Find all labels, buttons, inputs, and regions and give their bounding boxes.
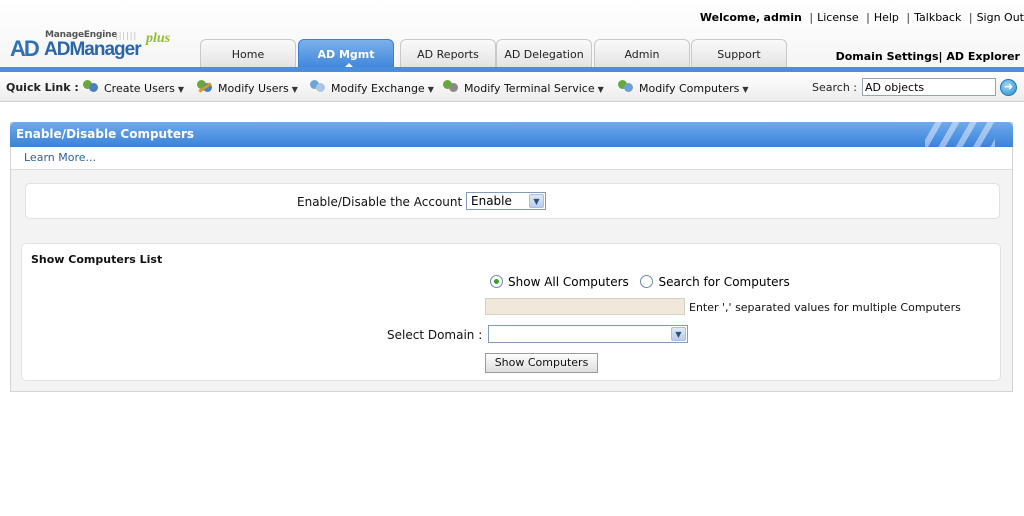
chevron-down-icon[interactable]: ▼	[671, 327, 686, 341]
select-domain-label: Select Domain :	[387, 328, 483, 342]
computer-names-hint: Enter ',' separated values for multiple …	[689, 301, 961, 314]
talkback-link[interactable]: Talkback	[914, 11, 961, 24]
separator: |	[968, 11, 973, 24]
account-action-label: Enable/Disable the Account :	[297, 195, 471, 209]
panel-header: Enable/Disable Computers	[10, 122, 1013, 147]
top-links: Welcome, admin | License | Help | Talkback …	[700, 11, 1024, 24]
chevron-down-icon: ▼	[291, 85, 298, 94]
quick-link-create-users[interactable]: Create Users ▼	[82, 79, 184, 97]
quick-link-modify-terminal-service[interactable]: Modify Terminal Service ▼	[442, 79, 604, 97]
enable-disable-computers-panel: Enable/Disable Computers Learn More... E…	[10, 122, 1013, 392]
show-computers-button[interactable]: Show Computers	[485, 353, 598, 373]
account-action-box: Enable/Disable the Account : Enable ▼	[25, 183, 1000, 219]
quick-link-modify-exchange[interactable]: Modify Exchange ▼	[309, 79, 434, 97]
computer-scope-radios: Show All Computers Search for Computers	[490, 275, 790, 289]
radio-search-computers[interactable]	[640, 275, 654, 288]
quick-link-label-text: Create Users	[104, 82, 175, 95]
tab-ad-reports[interactable]: AD Reports	[400, 39, 496, 68]
sign-out-link[interactable]: Sign Out	[977, 11, 1024, 24]
user-name: admin	[763, 11, 802, 24]
section-title: Show Computers List	[31, 253, 163, 266]
account-action-select[interactable]: Enable ▼	[466, 192, 546, 210]
help-link[interactable]: Help	[874, 11, 899, 24]
separator: |	[906, 11, 911, 24]
quick-link-label-text: Modify Users	[218, 82, 289, 95]
ad-explorer-link[interactable]: AD Explorer	[946, 50, 1020, 63]
chevron-down-icon: ▼	[427, 85, 434, 94]
modify-users-icon	[196, 79, 214, 94]
chevron-down-icon: ▼	[742, 85, 749, 94]
quick-link-modify-computers[interactable]: Modify Computers ▼	[617, 79, 749, 97]
computer-names-input[interactable]	[485, 298, 685, 315]
domain-settings-link[interactable]: Domain Settings	[836, 50, 939, 63]
quick-link-label-text: Modify Computers	[639, 82, 740, 95]
product-ad-2: AD	[44, 39, 70, 60]
search-label: Search :	[812, 81, 857, 94]
tab-admin[interactable]: Admin	[594, 39, 690, 68]
quick-link-label-text: Modify Terminal Service	[464, 82, 595, 95]
chevron-down-icon: ▼	[597, 85, 604, 94]
search-input[interactable]	[862, 78, 996, 96]
license-link[interactable]: License	[817, 11, 858, 24]
tab-ad-mgmt[interactable]: AD Mgmt	[298, 39, 394, 69]
domain-links: Domain Settings| AD Explorer	[836, 50, 1020, 63]
page-title: Enable/Disable Computers	[16, 127, 195, 141]
chevron-down-icon: ▼	[177, 85, 185, 94]
computers-icon	[617, 79, 635, 94]
product-ad: AD	[10, 36, 40, 61]
learn-more-link[interactable]: Learn More...	[11, 147, 1012, 170]
admanager-logo[interactable]: ManageEngine |||||| AD ADManager plus	[10, 30, 180, 64]
account-action-value: Enable	[471, 194, 512, 208]
separator: |	[938, 50, 943, 63]
create-users-icon	[82, 79, 100, 94]
tab-home[interactable]: Home	[200, 39, 296, 68]
radio-show-all-computers[interactable]	[490, 275, 503, 288]
radio-search-label[interactable]: Search for Computers	[658, 275, 789, 289]
quick-link-label: Quick Link :	[6, 81, 79, 94]
radio-show-all-label[interactable]: Show All Computers	[508, 275, 629, 289]
chevron-down-icon[interactable]: ▼	[529, 194, 544, 208]
separator: |	[866, 11, 870, 24]
quick-link-modify-users[interactable]: Modify Users ▼	[196, 79, 298, 97]
separator: |	[809, 11, 814, 24]
computers-list-box: Show Computers List Show All Computers S…	[21, 243, 1001, 381]
arrow-right-icon[interactable]: ➜	[1000, 79, 1017, 96]
tab-ad-delegation[interactable]: AD Delegation	[496, 39, 592, 68]
quick-link-bar: Quick Link : Create Users ▼ Modify Users ▼…	[0, 72, 1024, 102]
header-stripes	[925, 122, 995, 147]
product-manager: Manager	[69, 39, 141, 60]
product-name: ADManager	[44, 39, 142, 61]
domain-select[interactable]: ▼	[488, 325, 688, 343]
tab-support[interactable]: Support	[691, 39, 787, 68]
app-header: ManageEngine |||||| AD ADManager plus We…	[0, 0, 1024, 69]
product-suffix: plus	[146, 31, 171, 46]
terminal-service-icon	[442, 79, 460, 94]
welcome-text: Welcome,	[699, 11, 761, 24]
exchange-icon	[309, 79, 327, 94]
quick-link-label-text: Modify Exchange	[331, 82, 425, 95]
